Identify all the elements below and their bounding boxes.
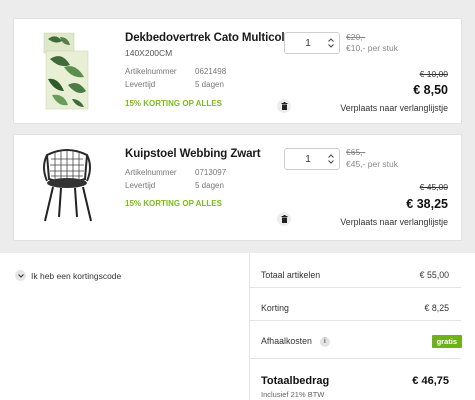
delivery-time: 5 dagen bbox=[195, 181, 224, 190]
unit-price: €10,- per stuk bbox=[346, 43, 398, 53]
delivery-time: 5 dagen bbox=[195, 80, 224, 89]
product-name[interactable]: Dekbedovertrek Cato Multicolor bbox=[125, 32, 296, 44]
remove-item-button[interactable] bbox=[277, 99, 291, 113]
chevron-down-icon[interactable] bbox=[15, 270, 26, 281]
info-icon[interactable]: i bbox=[319, 336, 330, 347]
unit-price-old: €65,- bbox=[346, 147, 366, 157]
line-price-old: € 45,00 bbox=[419, 182, 448, 192]
quantity-arrows[interactable] bbox=[323, 33, 339, 53]
quantity-arrows[interactable] bbox=[323, 149, 339, 169]
line-price: € 38,25 bbox=[406, 197, 448, 211]
quantity-stepper[interactable]: 1 bbox=[284, 32, 340, 54]
unit-price-old: €20,- bbox=[346, 32, 366, 42]
quantity-stepper[interactable]: 1 bbox=[284, 148, 340, 170]
discount-code-label[interactable]: Ik heb een kortingscode bbox=[31, 271, 121, 281]
grand-total-value: € 46,75 bbox=[412, 375, 449, 387]
move-to-wishlist-link[interactable]: Verplaats naar verlanglijstje bbox=[340, 103, 448, 113]
article-number: 0713097 bbox=[195, 168, 227, 177]
cart-item-duvet-cover: Dekbedovertrek Cato Multicolor 140X200CM… bbox=[13, 18, 462, 124]
line-price: € 8,50 bbox=[413, 83, 448, 97]
grand-total-label: Totaalbedrag bbox=[261, 375, 330, 387]
quantity-value[interactable]: 1 bbox=[285, 154, 323, 165]
chevron-down-icon[interactable] bbox=[328, 160, 334, 164]
article-number: 0621498 bbox=[195, 67, 227, 76]
article-number-label: Artikelnummer bbox=[125, 168, 177, 177]
pickup-label: Afhaalkosten i bbox=[261, 336, 330, 347]
remove-item-button[interactable] bbox=[277, 212, 291, 226]
chevron-up-icon[interactable] bbox=[328, 154, 334, 158]
promo-label: 15% KORTING OP ALLES bbox=[125, 99, 222, 108]
summary-row-total-articles: Totaal artikelen € 55,00 bbox=[249, 253, 461, 288]
vat-note: Inclusief 21% BTW bbox=[261, 390, 325, 399]
order-summary-section: Ik heb een kortingscode Totaal artikelen… bbox=[0, 253, 475, 400]
free-badge: gratis bbox=[431, 335, 462, 348]
discount-code-toggle[interactable]: Ik heb een kortingscode bbox=[15, 270, 121, 281]
cart-item-chair: Kuipstoel Webbing Zwart Artikelnummer 07… bbox=[13, 134, 462, 241]
chevron-down-icon[interactable] bbox=[328, 44, 334, 48]
product-image-duvet[interactable] bbox=[42, 31, 90, 111]
discount-value: € 8,25 bbox=[424, 303, 449, 313]
trash-icon bbox=[281, 215, 287, 223]
summary-row-pickup: Afhaalkosten i bbox=[249, 321, 461, 359]
delivery-time-label: Levertijd bbox=[125, 80, 156, 89]
promo-label: 15% KORTING OP ALLES bbox=[125, 199, 222, 208]
line-price-old: € 10,00 bbox=[419, 69, 448, 79]
summary-row-discount: Korting € 8,25 bbox=[249, 288, 461, 321]
pickup-label-text: Afhaalkosten bbox=[261, 336, 312, 346]
product-size: 140X200CM bbox=[125, 48, 173, 58]
article-number-label: Artikelnummer bbox=[125, 67, 177, 76]
total-articles-value: € 55,00 bbox=[419, 270, 449, 280]
product-name[interactable]: Kuipstoel Webbing Zwart bbox=[125, 148, 261, 160]
quantity-value[interactable]: 1 bbox=[285, 38, 323, 49]
unit-price: €45,- per stuk bbox=[346, 159, 398, 169]
discount-label: Korting bbox=[261, 303, 289, 313]
move-to-wishlist-link[interactable]: Verplaats naar verlanglijstje bbox=[340, 217, 448, 227]
product-image-chair[interactable] bbox=[39, 145, 95, 223]
total-articles-label: Totaal artikelen bbox=[261, 270, 321, 280]
trash-icon bbox=[281, 102, 287, 110]
chevron-up-icon[interactable] bbox=[328, 38, 334, 42]
delivery-time-label: Levertijd bbox=[125, 181, 156, 190]
